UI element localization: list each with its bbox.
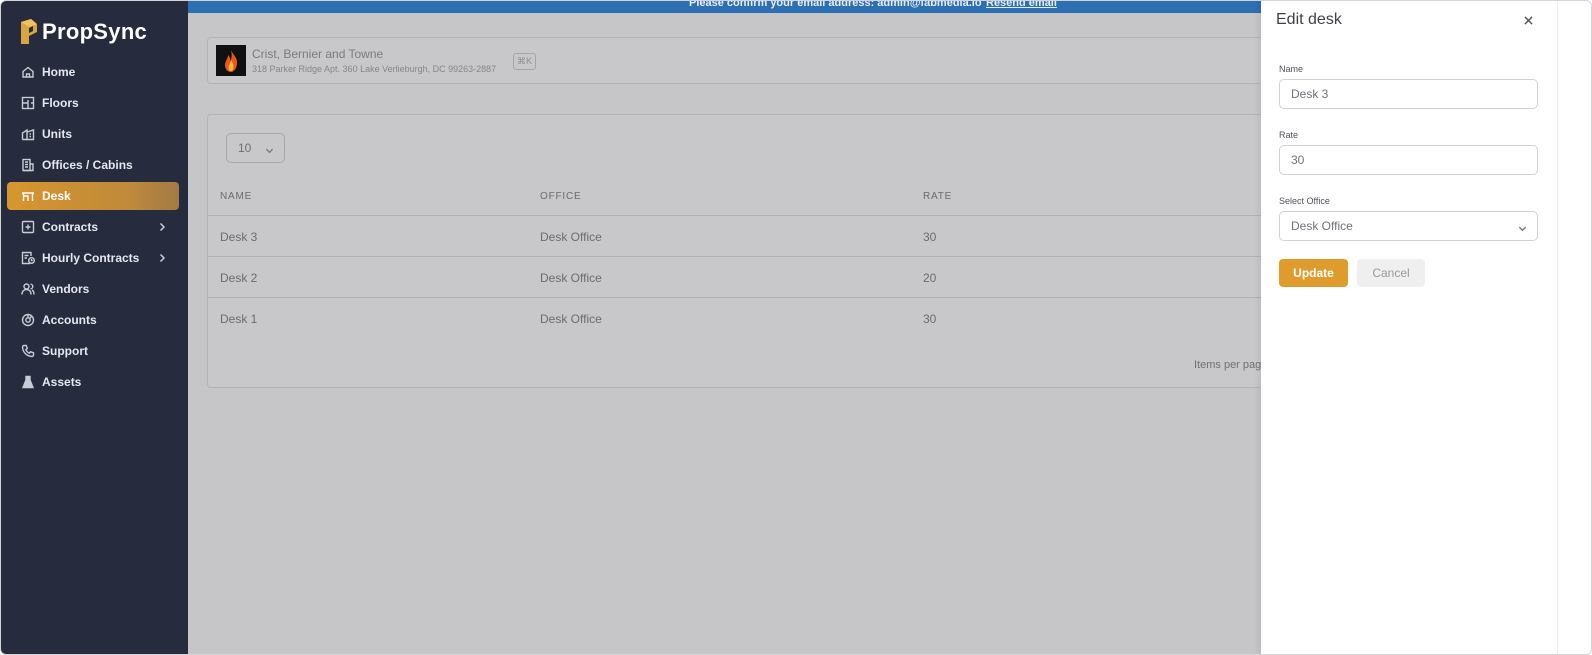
units-icon: [20, 126, 36, 142]
sidebar-item-hourly-contracts[interactable]: Hourly Contracts: [7, 244, 179, 272]
rate-input-value: 30: [1291, 153, 1305, 167]
page-gutter: [1557, 1, 1591, 654]
cell-office: Desk Office: [540, 230, 602, 244]
cell-name: Desk 1: [220, 312, 258, 326]
cell-name: Desk 3: [220, 230, 258, 244]
table-header: NAME OFFICE RATE: [208, 184, 1268, 216]
floors-icon: [20, 95, 36, 111]
home-icon: [20, 64, 36, 80]
sidebar-item-label: Hourly Contracts: [42, 251, 140, 265]
cell-rate: 20: [923, 271, 937, 285]
contracts-icon: [20, 219, 36, 235]
name-input-value: Desk 3: [1291, 87, 1329, 101]
company-switcher[interactable]: Crist, Bernier and Towne 318 Parker Ridg…: [207, 37, 1267, 84]
desk-table-card: 10 NAME OFFICE RATE Desk 3 Desk Office 3…: [207, 114, 1268, 388]
sidebar-item-floors[interactable]: Floors: [7, 89, 179, 117]
column-header-rate[interactable]: RATE: [923, 191, 952, 202]
sidebar-item-accounts[interactable]: Accounts: [7, 306, 179, 334]
chevron-right-icon: [157, 221, 167, 232]
email-confirm-banner: Please confirm your email address: admin…: [188, 1, 1261, 13]
company-name: Crist, Bernier and Towne: [252, 47, 384, 61]
chevron-down-icon: [265, 144, 274, 158]
sidebar-item-label: Contracts: [42, 220, 99, 234]
page-size-select[interactable]: 10: [226, 133, 285, 163]
sidebar-item-label: Desk: [42, 189, 71, 203]
office-field-label: Select Office: [1279, 196, 1330, 206]
resend-email-link[interactable]: Resend email: [986, 1, 1057, 9]
offices-icon: [20, 157, 36, 173]
sidebar-item-vendors[interactable]: Vendors: [7, 275, 179, 303]
cell-rate: 30: [923, 230, 937, 244]
sidebar-item-label: Units: [42, 127, 72, 141]
desk-icon: [20, 188, 36, 204]
table-row[interactable]: Desk 3 Desk Office 30: [208, 216, 1268, 257]
close-icon: [1523, 15, 1533, 25]
rate-field-label: Rate: [1279, 130, 1299, 140]
flame-icon: [225, 49, 238, 72]
sidebar-item-label: Home: [42, 65, 76, 79]
accounts-icon: [20, 312, 36, 328]
items-per-page-label: Items per pag: [1194, 359, 1262, 371]
command-k-shortcut: ⌘K: [513, 53, 536, 70]
support-icon: [20, 343, 36, 359]
cell-office: Desk Office: [540, 312, 602, 326]
chevron-right-icon: [157, 252, 167, 263]
name-input[interactable]: Desk 3: [1279, 79, 1538, 109]
edit-desk-drawer: Edit desk Name Desk 3 Rate 30 Select Off…: [1261, 1, 1557, 654]
name-field-label: Name: [1279, 64, 1304, 74]
sidebar-item-offices-cabins[interactable]: Offices / Cabins: [7, 151, 179, 179]
drawer-title: Edit desk: [1276, 11, 1342, 28]
sidebar-item-support[interactable]: Support: [7, 337, 179, 365]
sidebar-item-label: Floors: [42, 96, 79, 110]
column-header-name[interactable]: NAME: [220, 191, 252, 202]
propsync-logo-icon: [21, 19, 37, 44]
table-row[interactable]: Desk 2 Desk Office 20: [208, 257, 1268, 298]
hourly-contracts-icon: [20, 250, 36, 266]
banner-message: Please confirm your email address: admin…: [689, 1, 982, 9]
close-button[interactable]: [1520, 12, 1536, 28]
sidebar-item-label: Accounts: [42, 313, 97, 327]
sidebar-item-label: Assets: [42, 375, 82, 389]
sidebar-item-contracts[interactable]: Contracts: [7, 213, 179, 241]
assets-icon: [20, 374, 36, 390]
app-name: PropSync: [42, 19, 148, 44]
sidebar-item-label: Support: [42, 344, 88, 358]
page-size-value: 10: [238, 141, 252, 155]
column-header-office[interactable]: OFFICE: [540, 191, 581, 202]
sidebar-item-desk[interactable]: Desk: [7, 182, 179, 210]
main-content: Please confirm your email address: admin…: [188, 1, 1268, 654]
cell-rate: 30: [923, 312, 937, 326]
sidebar-item-label: Vendors: [42, 282, 90, 296]
sidebar: PropSync Home Floors Units Offices / Cab…: [1, 1, 188, 654]
sidebar-nav: Home Floors Units Offices / Cabins Desk …: [7, 58, 179, 399]
cell-name: Desk 2: [220, 271, 258, 285]
cancel-button[interactable]: Cancel: [1357, 259, 1425, 287]
company-address: 318 Parker Ridge Apt. 360 Lake Verliebur…: [252, 64, 497, 74]
company-logo: [216, 45, 246, 76]
update-button[interactable]: Update: [1279, 259, 1348, 287]
sidebar-item-assets[interactable]: Assets: [7, 368, 179, 396]
chevron-down-icon: [1518, 222, 1527, 236]
sidebar-item-home[interactable]: Home: [7, 58, 179, 86]
sidebar-item-units[interactable]: Units: [7, 120, 179, 148]
cell-office: Desk Office: [540, 271, 602, 285]
table-row[interactable]: Desk 1 Desk Office 30: [208, 298, 1268, 339]
rate-input[interactable]: 30: [1279, 145, 1538, 175]
office-select-value: Desk Office: [1291, 219, 1353, 233]
logo[interactable]: PropSync: [19, 18, 147, 46]
app-window: PropSync Home Floors Units Offices / Cab…: [0, 0, 1592, 655]
sidebar-item-label: Offices / Cabins: [42, 158, 133, 172]
vendors-icon: [20, 281, 36, 297]
office-select[interactable]: Desk Office: [1279, 211, 1538, 241]
